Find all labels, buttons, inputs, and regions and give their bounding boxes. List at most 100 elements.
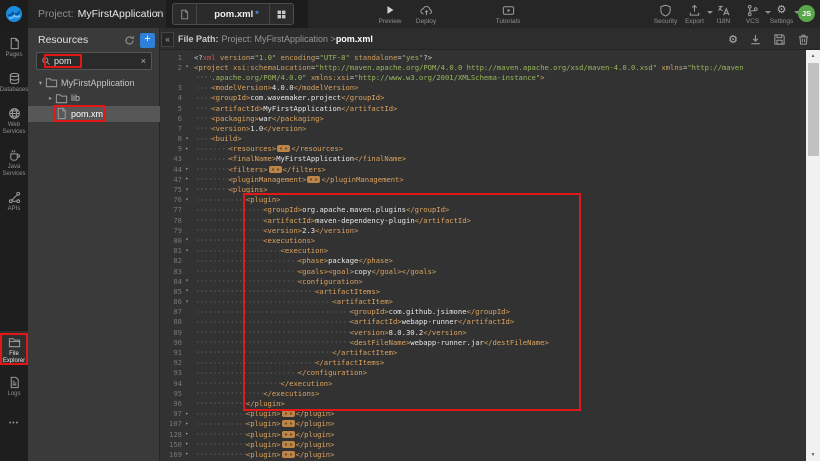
fold-toggle-icon[interactable]: ▸: [182, 451, 192, 457]
fold-toggle-icon[interactable]: ▾: [182, 299, 192, 305]
code-line-86[interactable]: 86▾<artifactItem>: [160, 297, 806, 307]
topbar-action-security[interactable]: Security: [651, 0, 680, 28]
fold-placeholder[interactable]: [282, 410, 295, 417]
code-line-169[interactable]: 169▸<plugin></plugin>: [160, 449, 806, 459]
code-line-95[interactable]: 95</executions>: [160, 388, 806, 398]
code-line-4[interactable]: 4<groupId>com.wavemaker.project</groupId…: [160, 93, 806, 103]
add-resource-button[interactable]: +: [140, 33, 155, 48]
fold-placeholder[interactable]: [282, 441, 295, 448]
code-line-80[interactable]: 80▾<executions>: [160, 235, 806, 245]
code-line-96[interactable]: 96</plugin>: [160, 398, 806, 408]
code-line-47[interactable]: 47▸<pluginManagement></pluginManagement>: [160, 174, 806, 184]
code-line-91[interactable]: 91</artifactItem>: [160, 347, 806, 357]
fold-toggle-icon[interactable]: ▸: [182, 166, 192, 172]
code-line-79[interactable]: 79<version>2.3</version>: [160, 225, 806, 235]
fold-toggle-icon[interactable]: ▸: [182, 441, 192, 447]
code-line-107[interactable]: 107▸<plugin></plugin>: [160, 419, 806, 429]
editor-scrollbar[interactable]: ▲ ▼: [806, 50, 820, 461]
code-line-43[interactable]: 43<finalName>MyFirstApplication</finalNa…: [160, 154, 806, 164]
topbar-action-preview[interactable]: Preview: [375, 0, 405, 28]
code-line-6[interactable]: 6<packaging>war</packaging>: [160, 113, 806, 123]
topbar-action-tutorials[interactable]: Tutorials: [493, 0, 523, 28]
fold-toggle-icon[interactable]: ▾: [182, 197, 192, 203]
code-line-82[interactable]: 82<phase>package</phase>: [160, 256, 806, 266]
fold-placeholder[interactable]: [282, 451, 295, 458]
tree-item-pom-xml[interactable]: pom.xml: [28, 106, 160, 122]
code-line-89[interactable]: 89<version>8.0.30.2</version>: [160, 327, 806, 337]
code-line-76[interactable]: 76▾<plugin>: [160, 195, 806, 205]
sidebar-item-apis[interactable]: APIs: [0, 186, 28, 213]
fold-placeholder[interactable]: [277, 145, 290, 152]
scrollbar-thumb[interactable]: [808, 63, 819, 156]
code-line-78[interactable]: 78<artifactId>maven-dependency-plugin</a…: [160, 215, 806, 225]
fold-toggle-icon[interactable]: ▾: [182, 187, 192, 193]
fold-toggle-icon[interactable]: ▾: [182, 288, 192, 294]
code-line-wrap[interactable]: .apache.org/POM/4.0.0" xmlns:xsi="http:/…: [160, 72, 806, 82]
search-input[interactable]: [51, 56, 141, 66]
fold-placeholder[interactable]: [282, 431, 295, 438]
code-line-3[interactable]: 3<modelVersion>4.0.0</modelVersion>: [160, 83, 806, 93]
fold-placeholder[interactable]: [269, 166, 282, 173]
code-line-94[interactable]: 94</execution>: [160, 378, 806, 388]
topbar-action-export[interactable]: Export: [680, 0, 709, 28]
save-button[interactable]: [773, 32, 786, 46]
project-name[interactable]: MyFirstApplication: [78, 8, 164, 20]
topbar-action-deploy[interactable]: Deploy: [411, 0, 441, 28]
code-line-97[interactable]: 97▸<plugin></plugin>: [160, 409, 806, 419]
code-line-84[interactable]: 84▾<configuration>: [160, 276, 806, 286]
sidebar-item-logs[interactable]: Logs: [0, 371, 28, 398]
app-logo[interactable]: [0, 0, 28, 28]
code-editor[interactable]: 1<?xml version="1.0" encoding="UTF-8" st…: [160, 50, 806, 461]
collapse-panel-icon[interactable]: «: [161, 32, 174, 47]
fold-toggle-icon[interactable]: ▾: [182, 136, 192, 142]
sidebar-item-databases[interactable]: Databases: [0, 67, 28, 94]
fold-toggle-icon[interactable]: ▸: [182, 431, 192, 437]
topbar-action-i18n[interactable]: I18N: [709, 0, 738, 28]
sidebar-item-file-explorer[interactable]: File Explorer: [0, 331, 28, 365]
code-line-44[interactable]: 44▸<filters></filters>: [160, 164, 806, 174]
download-button[interactable]: [749, 32, 762, 46]
rail-overflow-button[interactable]: •••: [0, 420, 28, 427]
tree-caret-icon[interactable]: ▾: [36, 79, 45, 87]
clear-search-icon[interactable]: ×: [141, 56, 146, 66]
sidebar-item-web-services[interactable]: Web Services: [0, 102, 28, 136]
code-line-93[interactable]: 93</configuration>: [160, 368, 806, 378]
code-line-1[interactable]: 1<?xml version="1.0" encoding="UTF-8" st…: [160, 52, 806, 62]
fold-toggle-icon[interactable]: ▾: [182, 278, 192, 284]
refresh-icon[interactable]: [122, 33, 136, 47]
code-line-7[interactable]: 7<version>1.0</version>: [160, 123, 806, 133]
settings-button[interactable]: ⚙: [728, 32, 738, 46]
sidebar-item-java-services[interactable]: Java Services: [0, 144, 28, 178]
fold-placeholder[interactable]: [307, 176, 320, 183]
tree-item-myfirstapplication[interactable]: ▾MyFirstApplication: [28, 75, 160, 91]
topbar-action-settings[interactable]: ⚙Settings: [767, 0, 796, 28]
fold-toggle-icon[interactable]: ▸: [182, 411, 192, 417]
delete-button[interactable]: [797, 32, 810, 46]
code-line-5[interactable]: 5<artifactId>MyFirstApplication</artifac…: [160, 103, 806, 113]
code-line-77[interactable]: 77<groupId>org.apache.maven.plugins</gro…: [160, 205, 806, 215]
fold-toggle-icon[interactable]: ▾: [182, 64, 192, 70]
code-line-83[interactable]: 83<goals><goal>copy</goal></goals>: [160, 266, 806, 276]
code-line-88[interactable]: 88<artifactId>webapp-runner</artifactId>: [160, 317, 806, 327]
code-line-9[interactable]: 9▸<resources></resources>: [160, 144, 806, 154]
fold-toggle-icon[interactable]: ▾: [182, 248, 192, 254]
scroll-up-icon[interactable]: ▲: [806, 50, 820, 62]
code-line-8[interactable]: 8▾<build>: [160, 134, 806, 144]
code-line-150[interactable]: 150▸<plugin></plugin>: [160, 439, 806, 449]
code-line-90[interactable]: 90<destFileName>webapp-runner.jar</destF…: [160, 337, 806, 347]
topbar-action-vcs[interactable]: VCS: [738, 0, 767, 28]
code-line-92[interactable]: 92</artifactItems>: [160, 358, 806, 368]
code-line-85[interactable]: 85▾<artifactItems>: [160, 286, 806, 296]
tree-item-lib[interactable]: ▸lib: [28, 91, 160, 107]
tab-pom-xml[interactable]: pom.xml*: [172, 3, 294, 25]
code-line-75[interactable]: 75▾<plugins>: [160, 184, 806, 194]
code-line-87[interactable]: 87<groupId>com.github.jsimone</groupId>: [160, 307, 806, 317]
tree-caret-icon[interactable]: ▸: [46, 94, 55, 102]
fold-toggle-icon[interactable]: ▾: [182, 237, 192, 243]
grid-view-icon[interactable]: [269, 4, 293, 24]
code-line-81[interactable]: 81▾<execution>: [160, 246, 806, 256]
fold-toggle-icon[interactable]: ▸: [182, 176, 192, 182]
code-line-128[interactable]: 128▸<plugin></plugin>: [160, 429, 806, 439]
fold-toggle-icon[interactable]: ▸: [182, 421, 192, 427]
user-avatar[interactable]: JS: [798, 5, 815, 22]
